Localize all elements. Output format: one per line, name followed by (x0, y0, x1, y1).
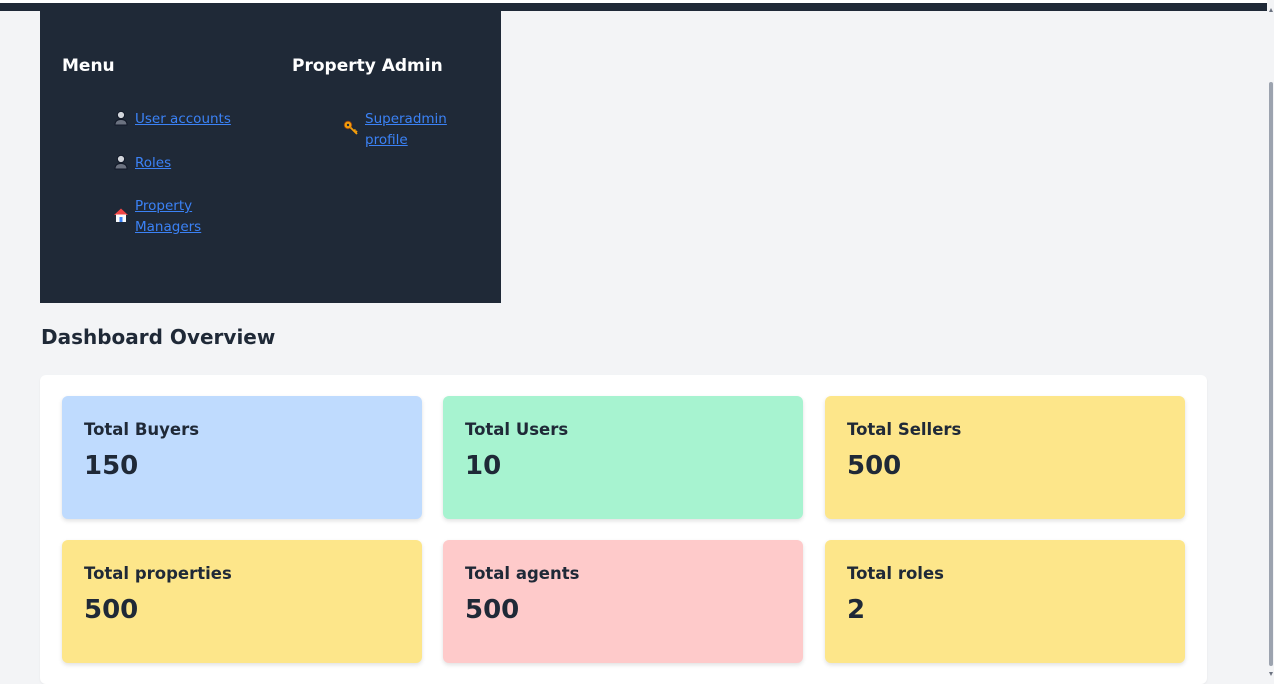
stat-card-total-roles: Total roles 2 (825, 540, 1185, 663)
sidebar-link-roles[interactable]: Roles (135, 153, 171, 174)
stat-value: 2 (847, 595, 866, 625)
stat-card-total-properties: Total properties 500 (62, 540, 422, 663)
scrollbar-thumb[interactable] (1269, 82, 1273, 666)
menu-heading: Menu (62, 56, 115, 76)
stat-label: Total Buyers (84, 420, 200, 439)
stat-card-total-buyers: Total Buyers 150 (62, 396, 422, 519)
page-title: Dashboard Overview (41, 325, 276, 349)
stat-label: Total agents (465, 564, 580, 583)
sidebar-item-superadmin-profile[interactable]: Superadmin profile (342, 109, 462, 151)
sidebar-item-user-accounts[interactable]: User accounts (112, 109, 231, 130)
scrollbar[interactable] (1267, 0, 1274, 684)
sidebar-item-roles[interactable]: Roles (112, 153, 171, 174)
scroll-up-arrow-icon[interactable] (1269, 8, 1273, 12)
stat-value: 500 (465, 595, 520, 625)
key-icon (342, 119, 360, 137)
stat-label: Total roles (847, 564, 944, 583)
menu-section: Menu (62, 56, 282, 76)
user-icon (112, 153, 130, 171)
sidebar-link-user-accounts[interactable]: User accounts (135, 109, 231, 130)
property-admin-heading: Property Admin (292, 56, 443, 76)
stat-card-total-sellers: Total Sellers 500 (825, 396, 1185, 519)
stat-label: Total Sellers (847, 420, 962, 439)
top-navbar (0, 0, 1267, 11)
stat-value: 500 (847, 451, 902, 481)
stat-label: Total Users (465, 420, 569, 439)
stat-label: Total properties (84, 564, 232, 583)
user-icon (112, 109, 130, 127)
house-icon (112, 206, 130, 224)
stat-card-total-agents: Total agents 500 (443, 540, 803, 663)
property-admin-section: Property Admin (292, 56, 492, 76)
sidebar-link-superadmin-profile[interactable]: Superadmin profile (365, 109, 462, 151)
sidebar-link-property-managers[interactable]: Property Managers (135, 196, 212, 238)
stat-value: 10 (465, 451, 502, 481)
stat-card-total-users: Total Users 10 (443, 396, 803, 519)
sidebar: Menu User accounts Roles Property Manage… (40, 11, 501, 303)
stats-panel: Total Buyers 150 Total Users 10 Total Se… (40, 375, 1207, 684)
sidebar-item-property-managers[interactable]: Property Managers (112, 196, 212, 238)
stat-value: 500 (84, 595, 139, 625)
scroll-down-arrow-icon[interactable] (1269, 672, 1273, 676)
stat-value: 150 (84, 451, 139, 481)
